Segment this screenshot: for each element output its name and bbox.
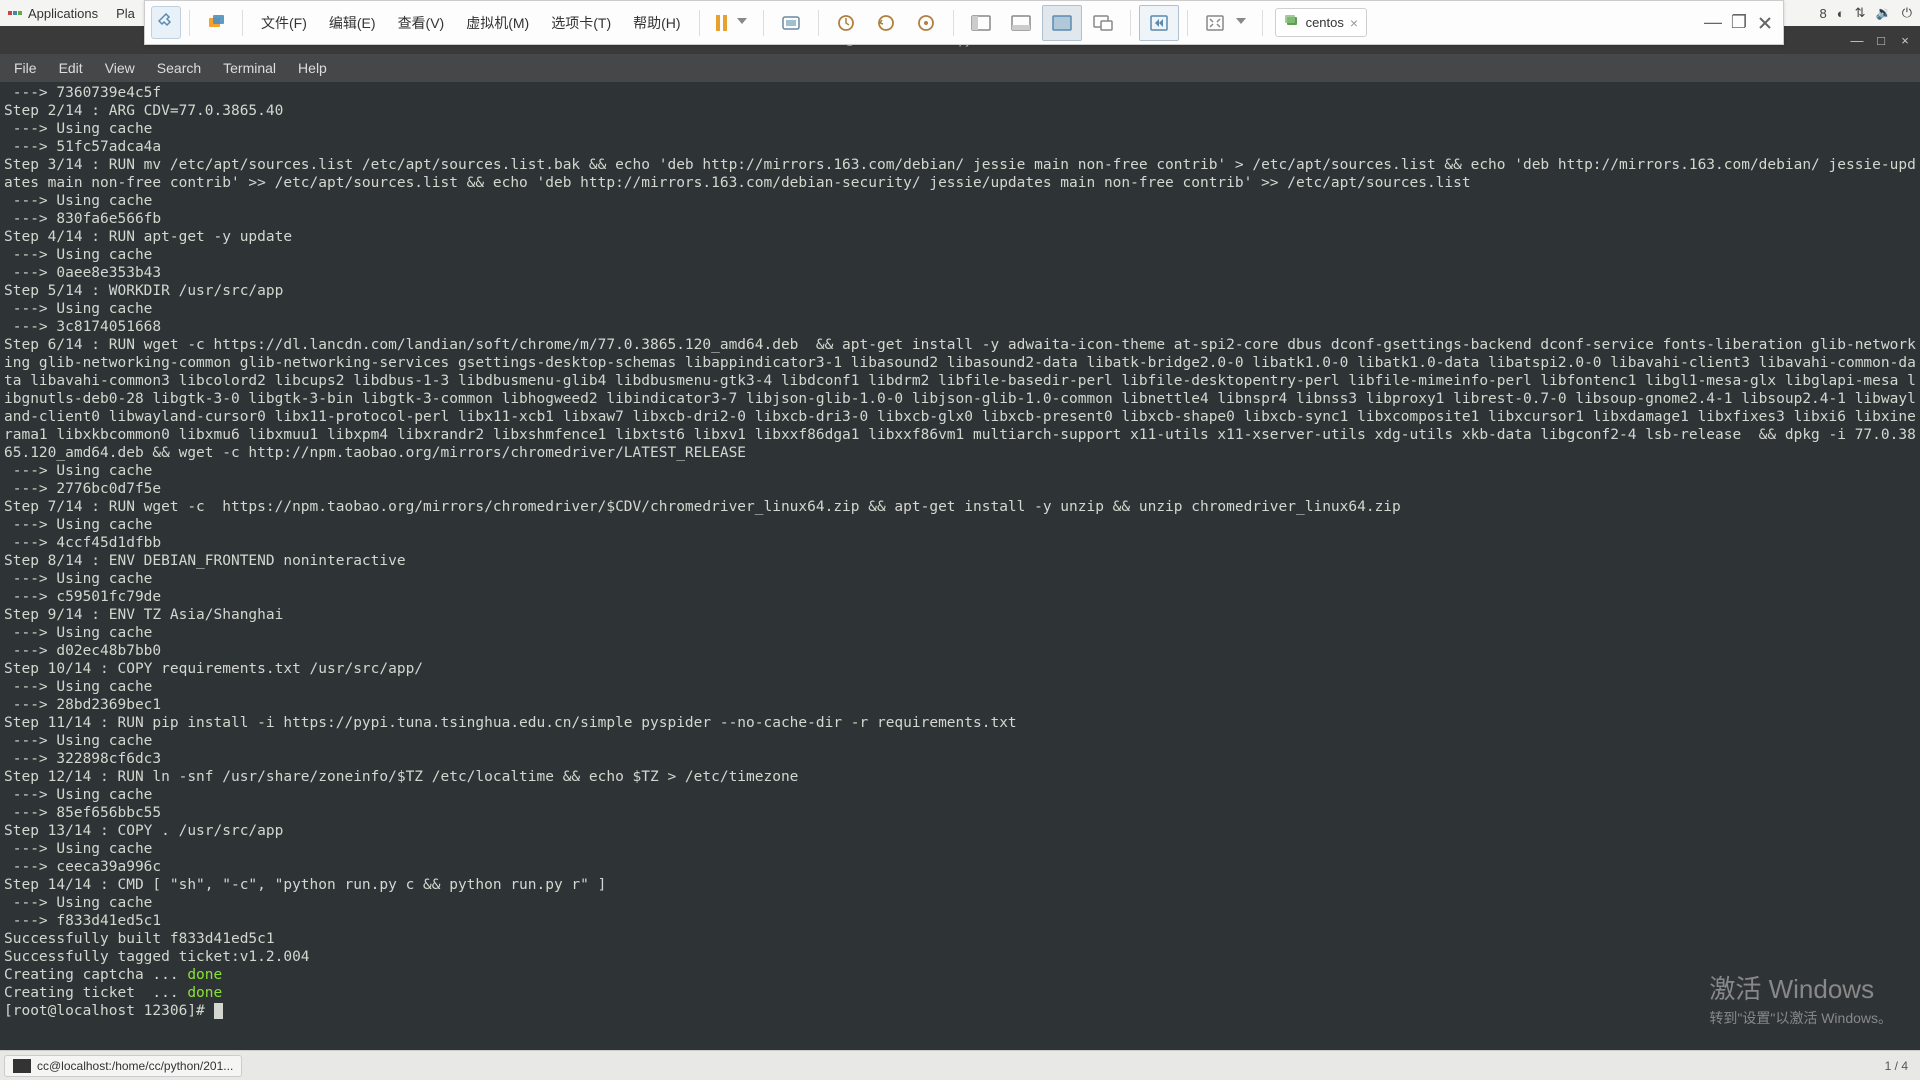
vm-menu-vm[interactable]: 虚拟机(M) (456, 7, 539, 39)
chevron-down-icon (737, 18, 747, 28)
terminal-output: ---> 7360739e4c5f Step 2/14 : ARG CDV=77… (4, 85, 1916, 965)
term-menu-view[interactable]: View (95, 56, 145, 80)
taskbar-item-label: cc@localhost:/home/cc/python/201... (37, 1059, 233, 1073)
term-menu-terminal[interactable]: Terminal (213, 56, 286, 80)
terminal-body[interactable]: ---> 7360739e4c5f Step 2/14 : ARG CDV=77… (0, 82, 1920, 1050)
chevron-down-icon (1236, 18, 1246, 28)
vm-view-mode-4[interactable] (1084, 6, 1122, 40)
vm-unity-button[interactable] (1139, 5, 1179, 41)
terminal-prompt: [root@localhost 12306]# (4, 1003, 214, 1019)
taskbar-item-terminal[interactable]: cc@localhost:/home/cc/python/201... (4, 1055, 242, 1077)
terminal-menubar: File Edit View Search Terminal Help (0, 54, 1920, 82)
vm-view-mode-3-active[interactable] (1042, 5, 1082, 41)
fit-icon (1204, 12, 1226, 34)
terminal-minimize-button[interactable]: — (1846, 30, 1868, 50)
vm-send-ctrl-alt-del-button[interactable] (772, 6, 810, 40)
terminal-maximize-button[interactable]: □ (1870, 30, 1892, 50)
volume-icon[interactable]: 🔉 (1876, 5, 1892, 21)
vm-menu-view[interactable]: 查看(V) (388, 7, 455, 39)
vm-view-mode-2[interactable] (1002, 6, 1040, 40)
vm-snapshot-button[interactable] (827, 6, 865, 40)
layout-bottom-icon (1010, 12, 1032, 34)
gnome-bottom-bar: cc@localhost:/home/cc/python/201... 1 / … (0, 1050, 1920, 1080)
vm-menu-tabs[interactable]: 选项卡(T) (541, 7, 621, 39)
unity-icon (1148, 12, 1170, 34)
applications-label: Applications (28, 6, 98, 21)
terminal-window: cc@localhost:/home/cc/python/20191225/12… (0, 26, 1920, 1050)
vm-home-button[interactable] (198, 7, 234, 39)
vm-tab-label: centos (1306, 15, 1344, 30)
terminal-task-icon (13, 1059, 31, 1073)
vm-tab-centos[interactable]: centos × (1275, 8, 1368, 37)
send-keys-icon (780, 12, 802, 34)
line-creating-ticket: Creating ticket ... done (4, 985, 222, 1001)
centos-icon (1284, 13, 1300, 32)
vm-menu-file[interactable]: 文件(F) (251, 7, 317, 39)
revert-icon (875, 12, 897, 34)
layout-full-icon (1051, 12, 1073, 34)
pin-button[interactable] (151, 6, 181, 39)
pause-icon (716, 15, 727, 31)
term-menu-search[interactable]: Search (147, 56, 211, 80)
term-menu-help[interactable]: Help (288, 56, 337, 80)
manage-snapshot-icon (915, 12, 937, 34)
layout-popout-icon (1092, 12, 1114, 34)
vm-menu-edit[interactable]: 编辑(E) (319, 7, 386, 39)
terminal-close-button[interactable]: × (1894, 30, 1916, 50)
workspace-indicator[interactable]: 1 / 4 (1877, 1057, 1916, 1075)
vmware-toolbar: 文件(F) 编辑(E) 查看(V) 虚拟机(M) 选项卡(T) 帮助(H) (144, 0, 1784, 45)
night-icon[interactable]: ◐ (1837, 6, 1845, 21)
places-menu[interactable]: Pla (116, 6, 135, 21)
applications-menu[interactable]: Applications (8, 6, 98, 21)
vm-close-button[interactable] (1753, 11, 1777, 35)
vm-menu-help[interactable]: 帮助(H) (623, 7, 690, 39)
network-icon[interactable]: ⇅ (1855, 5, 1866, 21)
vm-restore-button[interactable]: ❐ (1727, 11, 1751, 35)
close-icon[interactable]: × (1350, 15, 1358, 31)
vm-pause-button[interactable] (708, 9, 755, 37)
line-creating-captcha: Creating captcha ... done (4, 967, 222, 983)
layout-left-icon (970, 12, 992, 34)
power-icon[interactable]: ⏻ (1902, 5, 1912, 21)
vm-fit-button[interactable] (1196, 6, 1254, 40)
apps-icon (8, 6, 22, 20)
term-menu-edit[interactable]: Edit (49, 56, 93, 80)
vm-manage-snapshot-button[interactable] (907, 6, 945, 40)
vm-view-mode-1[interactable] (962, 6, 1000, 40)
term-menu-file[interactable]: File (4, 56, 47, 80)
tray-badge[interactable]: 8 (1820, 6, 1827, 21)
vm-minimize-button[interactable]: — (1701, 11, 1725, 35)
snapshot-icon (835, 12, 857, 34)
cursor (214, 1003, 223, 1019)
vm-revert-button[interactable] (867, 6, 905, 40)
